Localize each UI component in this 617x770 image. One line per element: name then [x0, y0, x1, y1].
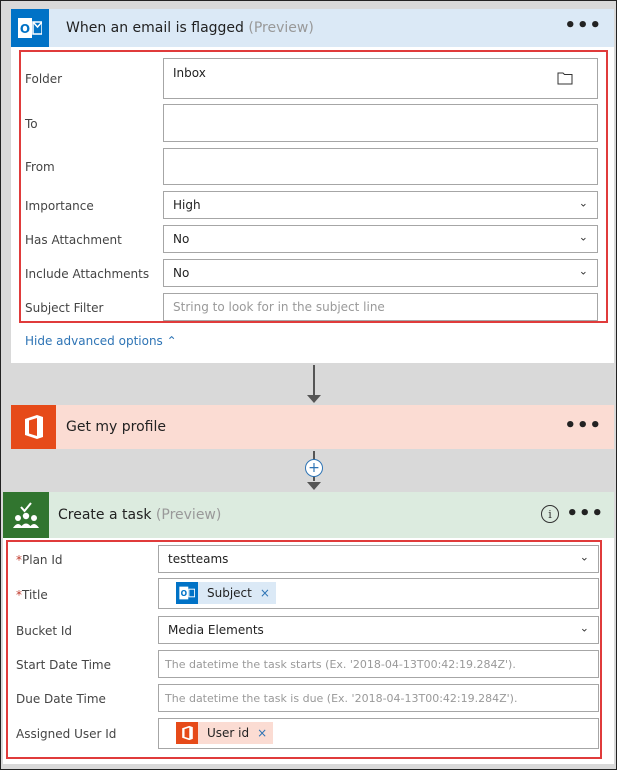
more-options-button[interactable]: •••	[566, 503, 604, 524]
plan-id-label: *Plan Id	[16, 553, 63, 567]
plan-id-select[interactable]: testteams ⌄	[158, 545, 599, 573]
more-options-button[interactable]: •••	[564, 15, 602, 36]
task-header[interactable]: Create a task (Preview) i •••	[3, 492, 614, 538]
folder-value: Inbox	[173, 66, 206, 80]
profile-card[interactable]: Get my profile •••	[11, 405, 614, 449]
assigned-user-input[interactable]: User id ×	[158, 718, 599, 749]
preview-tag: (Preview)	[248, 20, 314, 36]
subject-filter-input[interactable]: String to look for in the subject line	[163, 293, 598, 321]
remove-token-icon[interactable]: ×	[257, 726, 273, 740]
from-field[interactable]	[163, 148, 598, 185]
info-icon[interactable]: i	[541, 505, 559, 523]
office-icon	[176, 722, 198, 744]
trigger-title: When an email is flagged (Preview)	[66, 20, 314, 36]
bucket-id-select[interactable]: Media Elements ⌄	[158, 616, 599, 644]
hide-advanced-options-link[interactable]: Hide advanced options ⌃	[25, 334, 177, 348]
title-input[interactable]: O Subject ×	[158, 578, 599, 609]
importance-label: Importance	[25, 199, 94, 213]
include-attachments-select[interactable]: No ⌄	[163, 259, 598, 287]
folder-label: Folder	[25, 72, 63, 86]
plus-icon: +	[308, 460, 320, 476]
outlook-icon: O	[11, 9, 49, 47]
to-label: To	[25, 117, 38, 131]
connector-arrow-icon	[307, 482, 321, 490]
chevron-down-icon: ⌄	[578, 264, 588, 278]
remove-token-icon[interactable]: ×	[260, 586, 276, 600]
svg-text:O: O	[20, 22, 30, 36]
to-field[interactable]	[163, 104, 598, 142]
chevron-down-icon: ⌄	[579, 621, 589, 635]
svg-text:O: O	[181, 589, 188, 598]
chevron-down-icon: ⌄	[579, 550, 589, 564]
add-step-button[interactable]: +	[305, 459, 323, 477]
title-label: *Title	[16, 588, 48, 602]
planner-icon	[3, 492, 49, 538]
subject-token[interactable]: O Subject ×	[176, 582, 276, 604]
chevron-up-icon: ⌃	[166, 334, 177, 348]
chevron-down-icon: ⌄	[578, 196, 588, 210]
folder-picker-icon[interactable]	[557, 71, 573, 88]
subject-token-label: Subject	[207, 586, 252, 600]
has-attachment-label: Has Attachment	[25, 233, 122, 247]
subject-filter-label: Subject Filter	[25, 301, 104, 315]
connector-arrow-icon	[307, 395, 321, 403]
more-options-button[interactable]: •••	[564, 415, 602, 436]
due-date-input[interactable]: The datetime the task is due (Ex. '2018-…	[158, 684, 599, 712]
trigger-header[interactable]: O When an email is flagged (Preview) •••	[11, 9, 614, 47]
has-attachment-select[interactable]: No ⌄	[163, 225, 598, 253]
folder-field[interactable]: Inbox	[163, 58, 598, 99]
chevron-down-icon: ⌄	[578, 230, 588, 244]
assigned-user-label: Assigned User Id	[16, 727, 117, 741]
office-icon	[11, 405, 56, 449]
bucket-id-label: Bucket Id	[16, 624, 73, 638]
from-label: From	[25, 160, 55, 174]
connector-line	[313, 365, 315, 395]
user-id-token-label: User id	[207, 726, 250, 740]
start-date-label: Start Date Time	[16, 658, 111, 672]
preview-tag: (Preview)	[155, 507, 222, 523]
trigger-card: O When an email is flagged (Preview) •••…	[11, 9, 614, 363]
due-date-label: Due Date Time	[16, 692, 106, 706]
task-card: Create a task (Preview) i ••• *Plan Id t…	[3, 492, 614, 764]
user-id-token[interactable]: User id ×	[176, 722, 274, 744]
profile-title: Get my profile	[66, 419, 166, 435]
include-attachments-label: Include Attachments	[25, 267, 150, 281]
start-date-input[interactable]: The datetime the task starts (Ex. '2018-…	[158, 650, 599, 678]
task-title: Create a task (Preview)	[58, 507, 222, 523]
outlook-icon: O	[176, 582, 198, 604]
importance-select[interactable]: High ⌄	[163, 191, 598, 219]
